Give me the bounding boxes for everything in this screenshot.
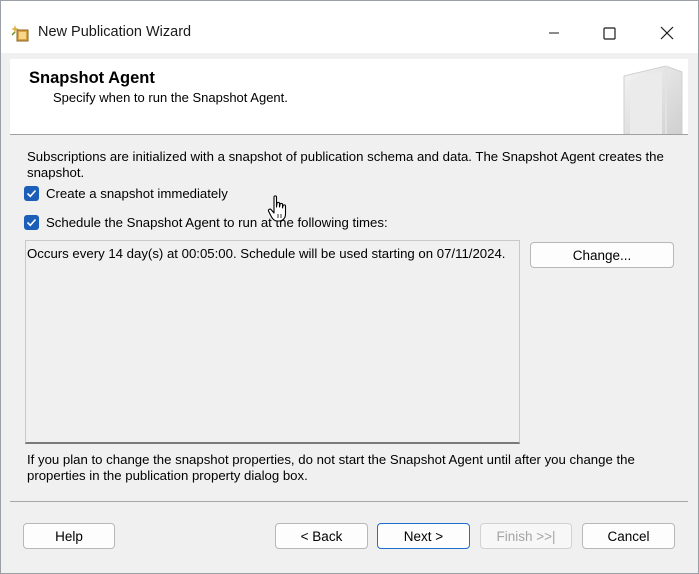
banner-graphic-icon [623,65,683,134]
schedule-agent-label: Schedule the Snapshot Agent to run at th… [46,215,388,230]
page-title: Snapshot Agent [29,69,155,87]
back-button[interactable]: < Back [275,523,368,549]
hand-cursor-icon [267,195,287,222]
finish-button[interactable]: Finish >>| [480,523,572,549]
header-banner: Snapshot Agent Specify when to run the S… [10,59,688,135]
footer-divider [10,501,688,502]
check-icon [26,189,37,198]
schedule-agent-checkbox[interactable]: Schedule the Snapshot Agent to run at th… [24,215,388,230]
minimize-button[interactable] [531,13,577,53]
checkbox-schedule-agent[interactable] [24,215,39,230]
wizard-window: New Publication Wizard Snapshot Agent Sp… [0,0,699,574]
help-button[interactable]: Help [23,523,115,549]
checkbox-create-snapshot[interactable] [24,186,39,201]
page-subtitle: Specify when to run the Snapshot Agent. [53,90,288,105]
schedule-description-box: Occurs every 14 day(s) at 00:05:00. Sche… [25,240,520,444]
wizard-app-icon [11,25,29,42]
change-schedule-button[interactable]: Change... [530,242,674,268]
close-icon [660,26,674,40]
window-title: New Publication Wizard [38,24,192,40]
title-bar: New Publication Wizard [1,1,698,53]
check-icon [26,218,37,227]
close-button[interactable] [644,13,690,53]
schedule-text: Occurs every 14 day(s) at 00:05:00. Sche… [27,246,506,261]
create-snapshot-label: Create a snapshot immediately [46,186,228,201]
cancel-button[interactable]: Cancel [582,523,675,549]
description-text: Subscriptions are initialized with a sna… [27,149,664,180]
maximize-icon [602,26,616,40]
maximize-button[interactable] [586,13,632,53]
minimize-icon [549,32,559,34]
next-button[interactable]: Next > [377,523,470,549]
create-snapshot-checkbox[interactable]: Create a snapshot immediately [24,186,228,201]
note-text: If you plan to change the snapshot prope… [27,452,635,483]
